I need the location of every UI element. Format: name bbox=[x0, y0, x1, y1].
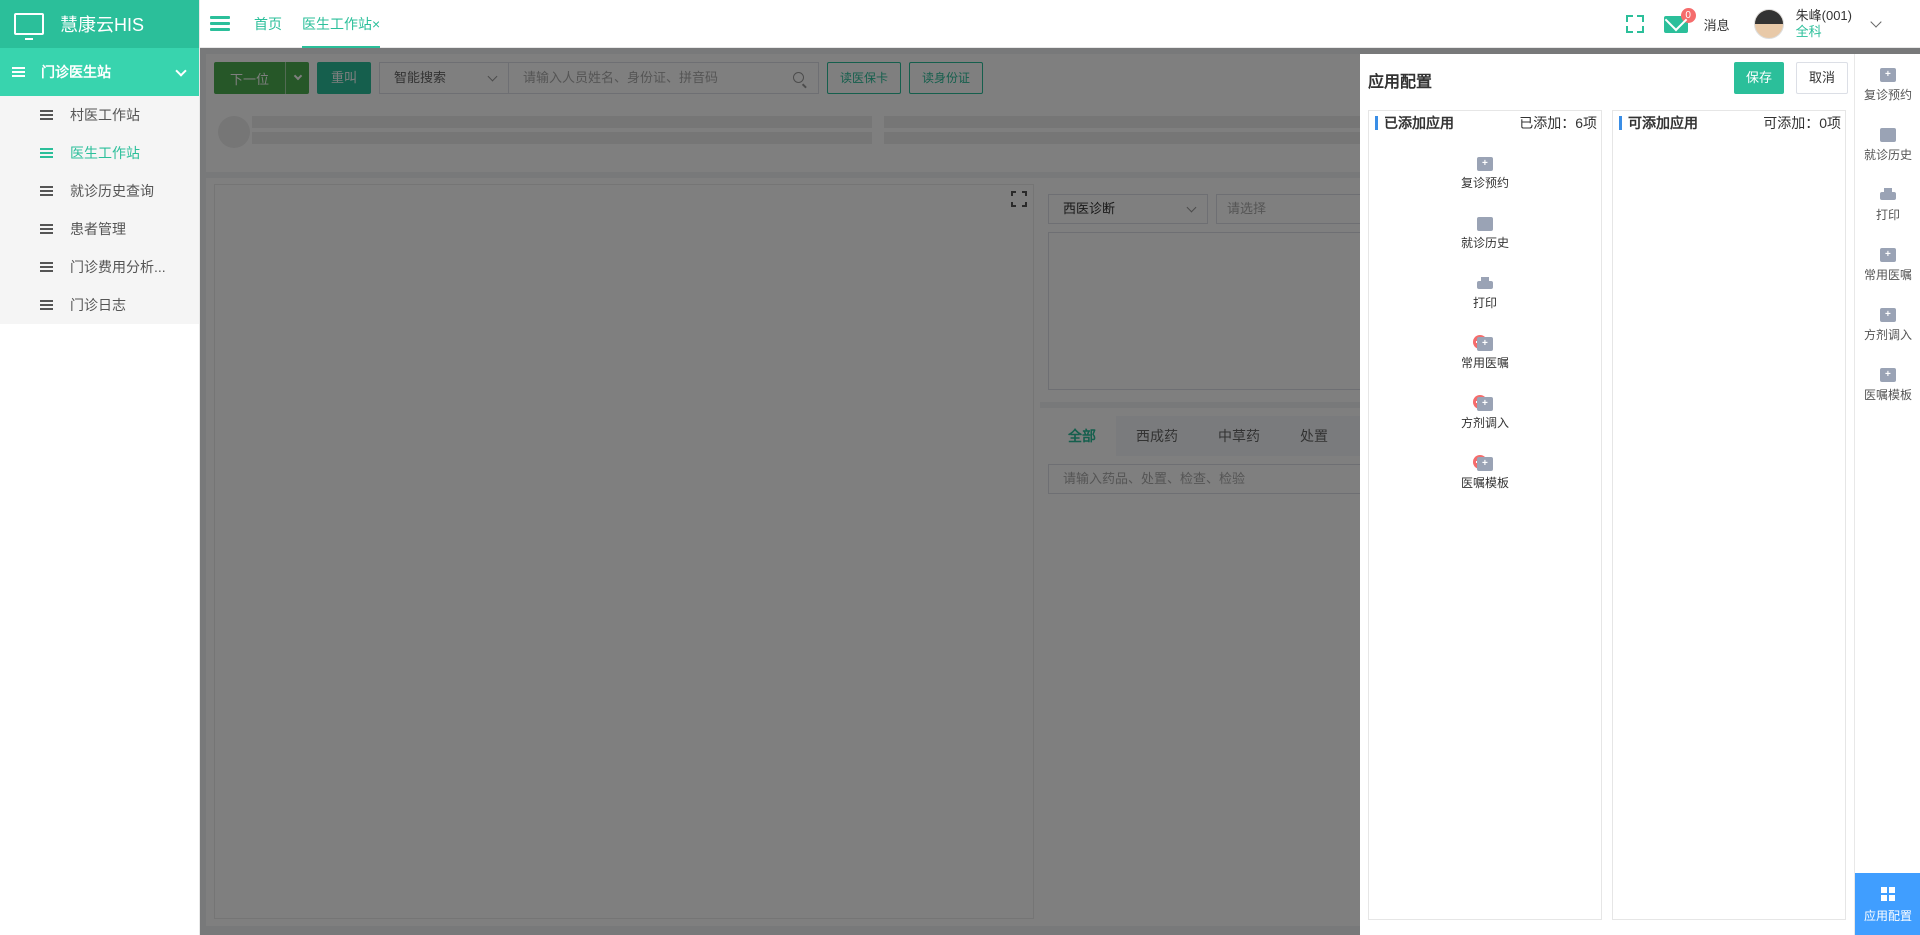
app-config-label: 应用配置 bbox=[1863, 909, 1912, 923]
drawer-title: 应用配置 bbox=[1368, 74, 1433, 91]
sidebar-item-label: 门诊费用分析... bbox=[70, 259, 166, 275]
sidebar-item-label: 患者管理 bbox=[70, 221, 126, 237]
history-doc-icon bbox=[1477, 217, 1493, 231]
history-doc-icon bbox=[1880, 128, 1896, 142]
calendar-plus-icon: + bbox=[1477, 157, 1493, 171]
import-icon: + bbox=[1477, 397, 1493, 411]
sidebar-group-outpatient[interactable]: 门诊医生站 bbox=[0, 48, 199, 96]
save-button[interactable]: 保存 bbox=[1733, 62, 1784, 94]
printer-icon bbox=[1477, 277, 1493, 291]
cancel-button[interactable]: 取消 bbox=[1795, 62, 1848, 94]
app-config-drawer: 应用配置 保存 取消 已添加应用 已添加：6项 + 复诊预约 就诊历史 打印 +… bbox=[1360, 54, 1854, 935]
menu-icon bbox=[40, 110, 53, 120]
sidebar: 慧康云HIS 门诊医生站 村医工作站 医生工作站 就诊历史查询 患者管理 门诊费… bbox=[0, 0, 200, 935]
added-app-item[interactable]: + 医嘱模板 bbox=[1369, 455, 1601, 499]
sidebar-group-label: 门诊医生站 bbox=[41, 64, 111, 80]
menu-icon bbox=[40, 300, 53, 310]
sidebar-item-outpatient-log[interactable]: 门诊日志 bbox=[0, 286, 199, 324]
rail-item-label: 常用医嘱 bbox=[1863, 268, 1912, 282]
added-app-item[interactable]: + 复诊预约 bbox=[1369, 157, 1601, 199]
app-label: 医嘱模板 bbox=[1460, 476, 1509, 490]
template-icon: + bbox=[1477, 457, 1493, 471]
available-apps-count: 可添加：0项 bbox=[1763, 115, 1841, 131]
chevron-down-icon[interactable] bbox=[1870, 16, 1882, 28]
sidebar-item-label: 村医工作站 bbox=[70, 107, 140, 123]
menu-icon bbox=[40, 148, 53, 158]
rail-item-visit-history[interactable]: 就诊历史 bbox=[1855, 128, 1920, 172]
rail-item-label: 复诊预约 bbox=[1863, 88, 1912, 102]
rail-item-label: 医嘱模板 bbox=[1863, 388, 1912, 402]
tab-label: 医生工作站 bbox=[302, 15, 372, 32]
app-label: 就诊历史 bbox=[1460, 236, 1509, 250]
sidebar-submenu: 村医工作站 医生工作站 就诊历史查询 患者管理 门诊费用分析... 门诊日志 bbox=[0, 96, 199, 324]
sidebar-item-village-doctor[interactable]: 村医工作站 bbox=[0, 96, 199, 134]
sidebar-item-cost-analysis[interactable]: 门诊费用分析... bbox=[0, 248, 199, 286]
available-apps-column: 可添加应用 可添加：0项 bbox=[1612, 110, 1846, 920]
monitor-icon bbox=[14, 13, 44, 40]
rail-item-common-orders[interactable]: + 常用医嘱 bbox=[1855, 248, 1920, 292]
app-label: 复诊预约 bbox=[1460, 176, 1509, 190]
added-apps-count: 已添加：6项 bbox=[1519, 115, 1597, 131]
top-bar: 首页 医生工作站× 0 消息 朱峰(001) 全科 bbox=[200, 0, 1920, 48]
user-info[interactable]: 朱峰(001) 全科 bbox=[1796, 8, 1852, 40]
hamburger-icon[interactable] bbox=[210, 15, 230, 33]
sidebar-item-label: 就诊历史查询 bbox=[70, 183, 154, 199]
added-app-item[interactable]: + 方剂调入 bbox=[1369, 395, 1601, 439]
sidebar-item-visit-history[interactable]: 就诊历史查询 bbox=[0, 172, 199, 210]
fullscreen-icon[interactable] bbox=[1625, 15, 1644, 33]
app-title: 慧康云HIS bbox=[60, 15, 145, 35]
app-label: 常用医嘱 bbox=[1460, 356, 1509, 370]
menu-icon bbox=[40, 186, 53, 196]
menu-icon bbox=[40, 262, 53, 272]
sidebar-item-label: 门诊日志 bbox=[70, 297, 126, 313]
user-department: 全科 bbox=[1795, 24, 1822, 39]
app-label: 打印 bbox=[1472, 296, 1497, 310]
medkit-icon: + bbox=[1880, 248, 1896, 262]
calendar-plus-icon: + bbox=[1880, 68, 1896, 82]
drawer-header: 应用配置 保存 取消 bbox=[1360, 54, 1854, 102]
menu-icon bbox=[12, 67, 25, 77]
menu-icon bbox=[40, 224, 53, 234]
app-label: 方剂调入 bbox=[1460, 416, 1509, 430]
rail-item-template[interactable]: + 医嘱模板 bbox=[1855, 368, 1920, 412]
rail-item-followup[interactable]: + 复诊预约 bbox=[1855, 68, 1920, 112]
chevron-down-icon bbox=[175, 65, 187, 77]
sidebar-item-label: 医生工作站 bbox=[70, 145, 140, 161]
added-apps-column: 已添加应用 已添加：6项 + 复诊预约 就诊历史 打印 + 常用医嘱 + 方剂调… bbox=[1368, 110, 1602, 920]
mail-icon[interactable]: 0 bbox=[1663, 7, 1696, 33]
tab-doctor-station[interactable]: 医生工作站× bbox=[302, 0, 381, 48]
added-app-item[interactable]: 就诊历史 bbox=[1369, 217, 1601, 259]
grid-icon bbox=[1881, 887, 1895, 901]
avatar[interactable] bbox=[1753, 9, 1784, 39]
sidebar-item-doctor-station[interactable]: 医生工作站 bbox=[0, 134, 199, 172]
added-app-item[interactable]: 打印 bbox=[1369, 277, 1601, 319]
medkit-icon: + bbox=[1477, 337, 1493, 351]
added-apps-header: 已添加应用 已添加：6项 bbox=[1369, 111, 1601, 135]
app-config-button[interactable]: 应用配置 bbox=[1855, 873, 1920, 935]
rail-item-label: 就诊历史 bbox=[1863, 148, 1912, 162]
sidebar-item-patient-management[interactable]: 患者管理 bbox=[0, 210, 199, 248]
added-apps-title: 已添加应用 bbox=[1375, 116, 1454, 130]
rail-item-label: 方剂调入 bbox=[1863, 328, 1912, 342]
import-icon: + bbox=[1880, 308, 1896, 322]
template-icon: + bbox=[1880, 368, 1896, 382]
available-apps-title: 可添加应用 bbox=[1619, 116, 1698, 130]
rail-item-label: 打印 bbox=[1875, 208, 1900, 222]
printer-icon bbox=[1880, 188, 1896, 202]
added-app-item[interactable]: + 常用医嘱 bbox=[1369, 335, 1601, 379]
message-label[interactable]: 消息 bbox=[1704, 15, 1730, 34]
message-count-badge: 0 bbox=[1680, 7, 1696, 23]
rail-item-import[interactable]: + 方剂调入 bbox=[1855, 308, 1920, 352]
available-apps-header: 可添加应用 可添加：0项 bbox=[1613, 111, 1845, 135]
user-name: 朱峰(001) bbox=[1795, 8, 1852, 23]
app-header: 慧康云HIS bbox=[0, 0, 199, 48]
tab-close-icon[interactable]: × bbox=[372, 16, 380, 32]
tab-home[interactable]: 首页 bbox=[254, 0, 282, 48]
rail-item-print[interactable]: 打印 bbox=[1855, 188, 1920, 232]
quick-app-rail: + 复诊预约 就诊历史 打印 + 常用医嘱 + 方剂调入 + 医嘱模板 应用配置 bbox=[1854, 54, 1920, 935]
